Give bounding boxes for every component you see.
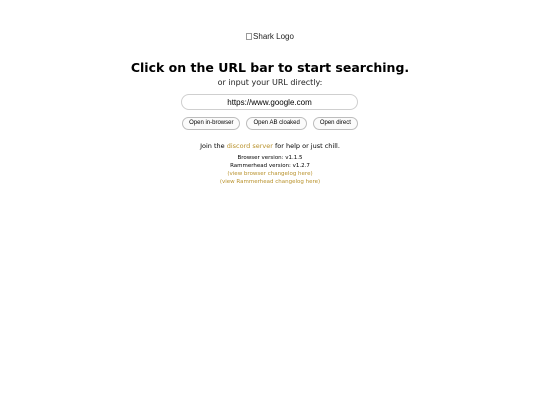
- page-title: Click on the URL bar to start searching.: [130, 60, 410, 75]
- join-suffix: for help or just chill.: [272, 142, 340, 150]
- logo-alt-text: Shark Logo: [253, 32, 294, 41]
- browser-version: Browser version: v1.1.5: [237, 155, 303, 161]
- open-ab-cloaked-button[interactable]: Open AB cloaked: [246, 117, 307, 130]
- subtitle: or input your URL directly:: [217, 78, 323, 87]
- shark-logo: Shark Logo: [0, 32, 540, 41]
- rammerhead-version: Rammerhead version: v1.2.7: [230, 163, 310, 169]
- join-prefix: Join the: [200, 142, 227, 150]
- version-info: Browser version: v1.1.5 Rammerhead versi…: [0, 154, 540, 186]
- open-in-browser-button[interactable]: Open in-browser: [182, 117, 241, 130]
- join-text: Join the discord server for help or just…: [0, 142, 540, 150]
- discord-server-link[interactable]: discord server: [227, 142, 273, 150]
- open-direct-button[interactable]: Open direct: [312, 117, 358, 130]
- rammerhead-changelog-link[interactable]: (view Rammerhead changelog here): [220, 179, 320, 185]
- browser-changelog-link[interactable]: (view browser changelog here): [227, 171, 312, 177]
- url-input[interactable]: [181, 94, 358, 110]
- button-row: Open in-browser Open AB cloaked Open direc…: [0, 117, 540, 130]
- page: Shark Logo Click on the URL bar to start…: [0, 0, 540, 405]
- broken-image-icon: [246, 33, 253, 40]
